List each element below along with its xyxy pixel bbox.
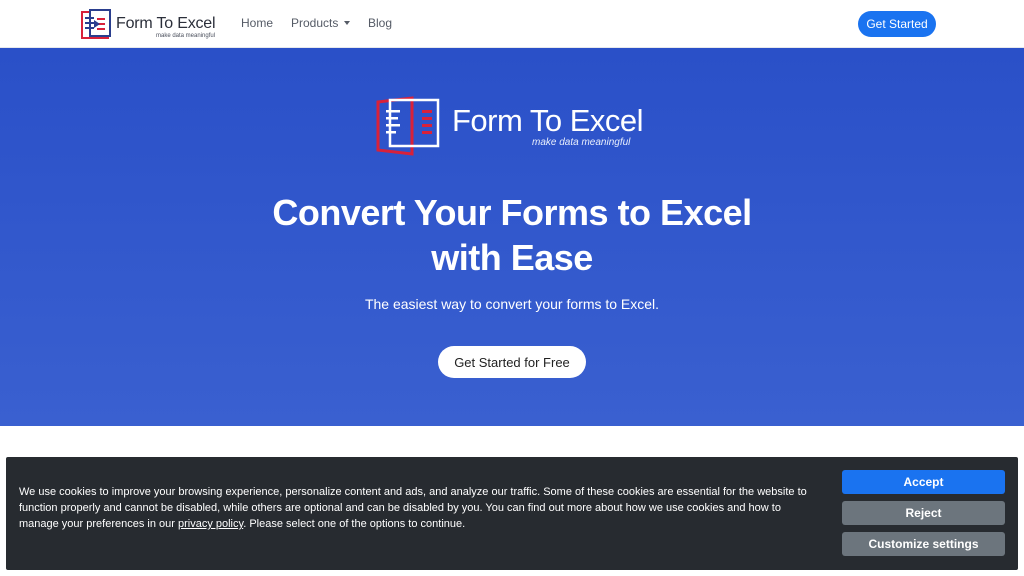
nav-home-link[interactable]: Home	[241, 16, 273, 30]
hero-subtitle: The easiest way to convert your forms to…	[364, 296, 660, 312]
hero-logo-tagline: make data meaningful	[532, 137, 631, 148]
cookie-consent-banner: We use cookies to improve your browsing …	[6, 457, 1018, 570]
get-started-free-button[interactable]: Get Started for Free	[438, 346, 586, 378]
hero-section: Form To Excel make data meaningful Conve…	[0, 48, 1024, 426]
reject-cookies-button[interactable]: Reject	[842, 501, 1005, 525]
customize-settings-button[interactable]: Customize settings	[842, 532, 1005, 556]
hero-title-line-2: with Ease	[431, 237, 593, 278]
nav-blog-link[interactable]: Blog	[368, 16, 392, 30]
privacy-policy-link[interactable]: privacy policy	[178, 518, 243, 530]
brand-name: Form To Excel	[116, 15, 216, 32]
form-to-excel-logo-icon	[376, 96, 440, 156]
brand-logo-link[interactable]: Form To Excel make data meaningful	[80, 8, 216, 40]
top-navbar: Form To Excel make data meaningful Home …	[0, 0, 1024, 48]
nav-products-dropdown[interactable]: Products	[291, 16, 351, 30]
hero-logo: Form To Excel make data meaningful	[376, 96, 644, 156]
get-started-button[interactable]: Get Started	[858, 11, 936, 37]
hero-title: Convert Your Forms to Excel with Ease	[0, 190, 1024, 280]
brand-tagline: make data meaningful	[156, 33, 216, 39]
hero-title-line-1: Convert Your Forms to Excel	[272, 192, 752, 233]
nav-products-label: Products	[291, 16, 339, 30]
cookie-message-tail: . Please select one of the options to co…	[243, 518, 466, 530]
form-to-excel-logo-icon	[81, 9, 111, 39]
accept-cookies-button[interactable]: Accept	[842, 470, 1005, 494]
cookie-message: We use cookies to improve your browsing …	[19, 484, 819, 532]
caret-down-icon	[344, 21, 351, 25]
hero-logo-name: Form To Excel	[452, 103, 644, 138]
